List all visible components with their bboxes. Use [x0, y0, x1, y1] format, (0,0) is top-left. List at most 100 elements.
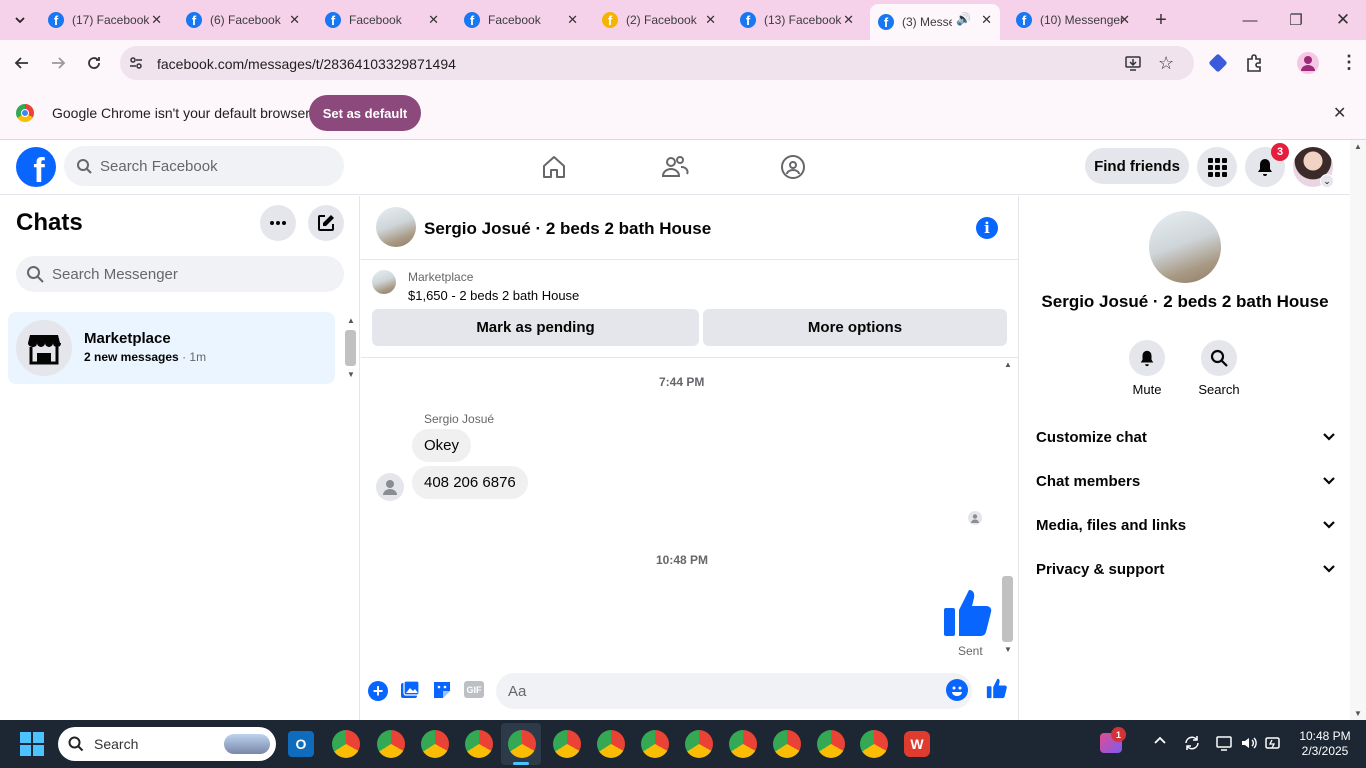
chat-members-section[interactable]: Chat members [1036, 469, 1336, 493]
privacy-support-section[interactable]: Privacy & support [1036, 557, 1336, 581]
chrome-profile-icon[interactable] [860, 730, 888, 758]
customize-chat-section[interactable]: Customize chat [1036, 425, 1336, 449]
browser-tab[interactable]: f (2) Facebook ✕ [594, 6, 724, 34]
chrome-menu-icon[interactable]: ⋮ [1340, 52, 1358, 73]
close-tab-icon[interactable]: ✕ [705, 12, 716, 28]
browser-tab[interactable]: f (13) Facebook ✕ [732, 6, 862, 34]
network-icon[interactable] [1215, 734, 1233, 752]
find-friends-button[interactable]: Find friends [1085, 148, 1189, 184]
reload-icon[interactable] [82, 51, 106, 75]
browser-tab[interactable]: f (10) Messenger ✕ [1008, 6, 1138, 34]
chrome-profile-icon[interactable] [553, 730, 581, 758]
speaker-icon[interactable]: 🔊 [956, 12, 971, 26]
received-message-bubble[interactable]: Okey [412, 429, 472, 462]
browser-tab[interactable]: f Facebook ✕ [317, 6, 447, 34]
photo-attach-icon[interactable] [400, 680, 420, 700]
groups-icon[interactable] [780, 154, 806, 180]
set-as-default-button[interactable]: Set as default [309, 95, 421, 131]
friends-icon[interactable] [661, 154, 689, 180]
account-chevron-icon[interactable]: ⌄ [1320, 174, 1334, 188]
taskbar-search[interactable]: Search [58, 727, 276, 761]
facebook-logo[interactable]: f [16, 147, 56, 187]
info-avatar[interactable] [1149, 211, 1221, 283]
media-files-links-section[interactable]: Media, files and links [1036, 513, 1336, 537]
listing-price-title[interactable]: $1,650 - 2 beds 2 bath House [408, 288, 579, 303]
mute-button[interactable]: Mute [1117, 340, 1177, 397]
close-tab-icon[interactable]: ✕ [428, 12, 439, 28]
chrome-profile-icon[interactable] [508, 730, 536, 758]
received-message-bubble[interactable]: 408 206 6876 [412, 466, 528, 499]
close-tab-icon[interactable]: ✕ [289, 12, 300, 28]
conversation-scrollbar[interactable]: ▲ ▼ [1001, 360, 1015, 658]
more-options-icon[interactable] [260, 205, 296, 241]
sync-icon[interactable] [1183, 734, 1201, 752]
taskbar-clock[interactable]: 10:48 PM 2/3/2025 [1290, 729, 1360, 759]
facebook-search-input[interactable]: Search Facebook [64, 146, 344, 186]
browser-tab[interactable]: f Facebook ✕ [456, 6, 586, 34]
install-app-icon[interactable] [1124, 54, 1142, 72]
chrome-profile-icon[interactable] [773, 730, 801, 758]
gif-icon[interactable]: GIF [464, 681, 484, 698]
chrome-profile-icon[interactable] [377, 730, 405, 758]
menu-grid-icon[interactable] [1197, 147, 1237, 187]
minimize-icon[interactable]: — [1238, 8, 1262, 32]
like-thumbs-up-icon[interactable] [942, 586, 994, 638]
tray-chevron-up-icon[interactable] [1153, 735, 1167, 745]
home-icon[interactable] [541, 154, 567, 180]
browser-tab[interactable]: f (17) Facebook ✕ [40, 6, 170, 34]
close-tab-icon[interactable]: ✕ [981, 12, 992, 28]
browser-tab-active[interactable]: f (3) Messenger 🔊 ✕ [870, 4, 1000, 40]
sender-avatar[interactable] [376, 473, 404, 501]
chrome-profile-icon[interactable] [332, 730, 360, 758]
page-scrollbar[interactable]: ▲ ▼ [1350, 140, 1366, 720]
info-icon[interactable]: i [976, 217, 998, 239]
emoji-icon[interactable] [946, 679, 968, 701]
forward-icon[interactable] [46, 51, 70, 75]
restore-icon[interactable]: ❐ [1284, 8, 1308, 32]
conversation-info-panel: Sergio Josué · 2 beds 2 bath House Mute … [1020, 196, 1350, 720]
outlook-icon[interactable]: O [288, 731, 314, 757]
chat-list-item[interactable]: Marketplace 2 new messages · 1m [8, 312, 335, 384]
send-like-icon[interactable] [986, 677, 1008, 699]
windows-start-icon[interactable] [20, 732, 44, 756]
chrome-profile-icon[interactable] [817, 730, 845, 758]
close-window-icon[interactable]: ✕ [1331, 8, 1355, 32]
new-tab-icon[interactable]: + [1149, 8, 1173, 32]
profile-icon[interactable] [1297, 52, 1319, 74]
close-tab-icon[interactable]: ✕ [843, 12, 854, 28]
messenger-search-input[interactable]: Search Messenger [16, 256, 344, 292]
conversation-title[interactable]: Sergio Josué · 2 beds 2 bath House [424, 219, 711, 239]
browser-tab[interactable]: f (6) Facebook ✕ [178, 6, 308, 34]
message-input[interactable]: Aa [496, 673, 972, 709]
tab-search-chevron-icon[interactable] [8, 8, 32, 32]
battery-icon[interactable] [1264, 734, 1282, 752]
more-options-button[interactable]: More options [703, 309, 1007, 346]
extensions-puzzle-icon[interactable] [1244, 53, 1264, 73]
close-tab-icon[interactable]: ✕ [1119, 12, 1130, 28]
bookmark-star-icon[interactable]: ☆ [1158, 53, 1174, 74]
chrome-profile-icon[interactable] [597, 730, 625, 758]
site-settings-icon[interactable] [128, 55, 144, 71]
search-conversation-button[interactable]: Search [1189, 340, 1249, 397]
chrome-profile-icon[interactable] [641, 730, 669, 758]
close-tab-icon[interactable]: ✕ [151, 12, 162, 28]
listing-thumbnail[interactable] [372, 270, 396, 294]
extension-icon[interactable] [1208, 53, 1228, 73]
mark-as-pending-button[interactable]: Mark as pending [372, 309, 699, 346]
conversation-avatar[interactable] [376, 207, 416, 247]
close-infobar-icon[interactable]: ✕ [1333, 103, 1346, 123]
chrome-profile-icon[interactable] [685, 730, 713, 758]
sticker-icon[interactable] [432, 680, 452, 700]
new-message-icon[interactable] [308, 205, 344, 241]
plus-actions-icon[interactable]: + [368, 681, 388, 701]
close-tab-icon[interactable]: ✕ [567, 12, 578, 28]
search-icon [77, 159, 92, 174]
chrome-profile-icon[interactable] [465, 730, 493, 758]
back-icon[interactable] [10, 51, 34, 75]
wps-office-icon[interactable]: W [904, 731, 930, 757]
tab-strip: f (17) Facebook ✕ f (6) Facebook ✕ f Facebook… [0, 0, 1366, 40]
chat-list-scrollbar[interactable]: ▲ ▼ [344, 316, 358, 382]
volume-icon[interactable] [1240, 734, 1258, 752]
chrome-profile-icon[interactable] [421, 730, 449, 758]
chrome-profile-icon[interactable] [729, 730, 757, 758]
